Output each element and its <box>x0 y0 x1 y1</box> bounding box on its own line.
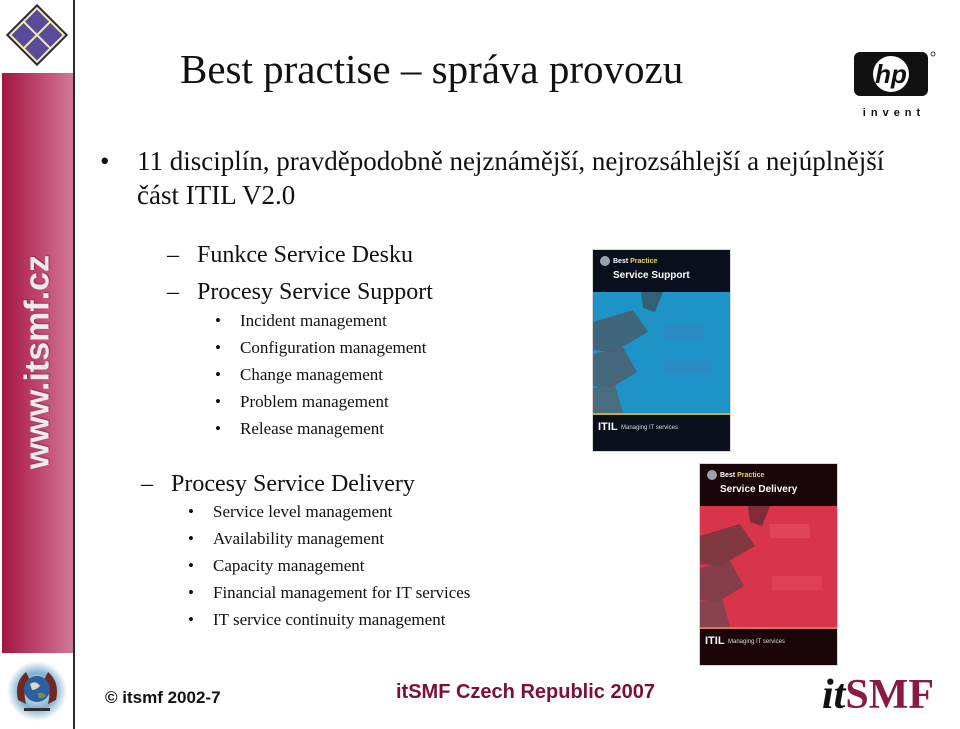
dash-icon: – <box>167 242 179 268</box>
itsmf-logo: itSMF <box>822 672 934 718</box>
bullet-icon: • <box>188 502 194 521</box>
book-brand: Best Practice <box>720 472 765 479</box>
hp-invent-text: invent <box>863 107 925 119</box>
keyboard-keys-graphic <box>593 292 713 413</box>
bullet-icon: • <box>188 610 194 629</box>
book-title: Service Delivery <box>720 484 798 495</box>
itsmf-diamond-icon <box>5 3 69 67</box>
footer-copyright: © itsmf 2002-7 <box>105 688 221 707</box>
itsmf-logo-it: it <box>822 672 846 718</box>
bullet-icon: • <box>215 365 221 384</box>
book-header: Best Practice Service Delivery <box>700 464 837 506</box>
list-item-text: Incident management <box>240 311 387 330</box>
list-item-text: Capacity management <box>213 556 365 575</box>
sidebar-url: www.itsmf.cz <box>18 254 57 470</box>
list-item-text: Financial management for IT services <box>213 583 471 602</box>
crest-icon <box>600 256 610 266</box>
book-title: Service Support <box>613 270 690 281</box>
slide-title: Best practise – správa provozu <box>180 46 684 92</box>
dash-icon: – <box>167 279 179 305</box>
itil-logo: ITIL <box>705 635 725 647</box>
book-cover-service-support: Best Practice Service Support ITIL Manag… <box>593 250 730 451</box>
itil-logo: ITIL <box>598 421 618 433</box>
bullet-icon: • <box>215 338 221 357</box>
itsmf-logo-smf: SMF <box>845 672 934 718</box>
bullet-icon: • <box>188 556 194 575</box>
footer-organization: itSMF Czech Republic 2007 <box>396 681 655 703</box>
service-support-text: Procesy Service Support <box>197 279 433 305</box>
hp-mark: hp <box>875 59 907 89</box>
book-brand: Best Practice <box>613 258 658 265</box>
service-desk-text: Funkce Service Desku <box>197 242 413 268</box>
list-item-text: Configuration management <box>240 338 427 357</box>
bullet-icon: • <box>215 392 221 411</box>
book-footer: ITIL Managing IT services <box>700 627 837 665</box>
list-item-text: Release management <box>240 419 384 438</box>
dash-icon: – <box>141 471 153 497</box>
book-tagline: Managing IT services <box>728 639 785 645</box>
globe-in-hands-icon <box>7 661 67 721</box>
bullet-icon: • <box>100 146 110 176</box>
book-cover-service-delivery: Best Practice Service Delivery ITIL Mana… <box>700 464 837 665</box>
book-footer: ITIL Managing IT services <box>593 413 730 451</box>
bullet-icon: • <box>215 311 221 330</box>
keyboard-keys-graphic <box>700 506 822 627</box>
hp-logo: hp invent <box>854 51 936 119</box>
bullet-icon: • <box>188 529 194 548</box>
book-tagline: Managing IT services <box>621 425 678 431</box>
list-item-text: IT service continuity management <box>213 610 446 629</box>
sidebar-divider <box>73 0 75 729</box>
book-header: Best Practice Service Support <box>593 250 730 292</box>
list-item-text: Problem management <box>240 392 389 411</box>
main-bullet-text: 11 disciplín, pravděpodobně nejznámější,… <box>137 146 885 210</box>
list-item-text: Change management <box>240 365 384 384</box>
list-item-text: Service level management <box>213 502 393 521</box>
service-delivery-text: Procesy Service Delivery <box>171 471 415 497</box>
crest-icon <box>707 470 717 480</box>
bullet-icon: • <box>215 419 221 438</box>
bullet-icon: • <box>188 583 194 602</box>
list-item-text: Availability management <box>213 529 385 548</box>
